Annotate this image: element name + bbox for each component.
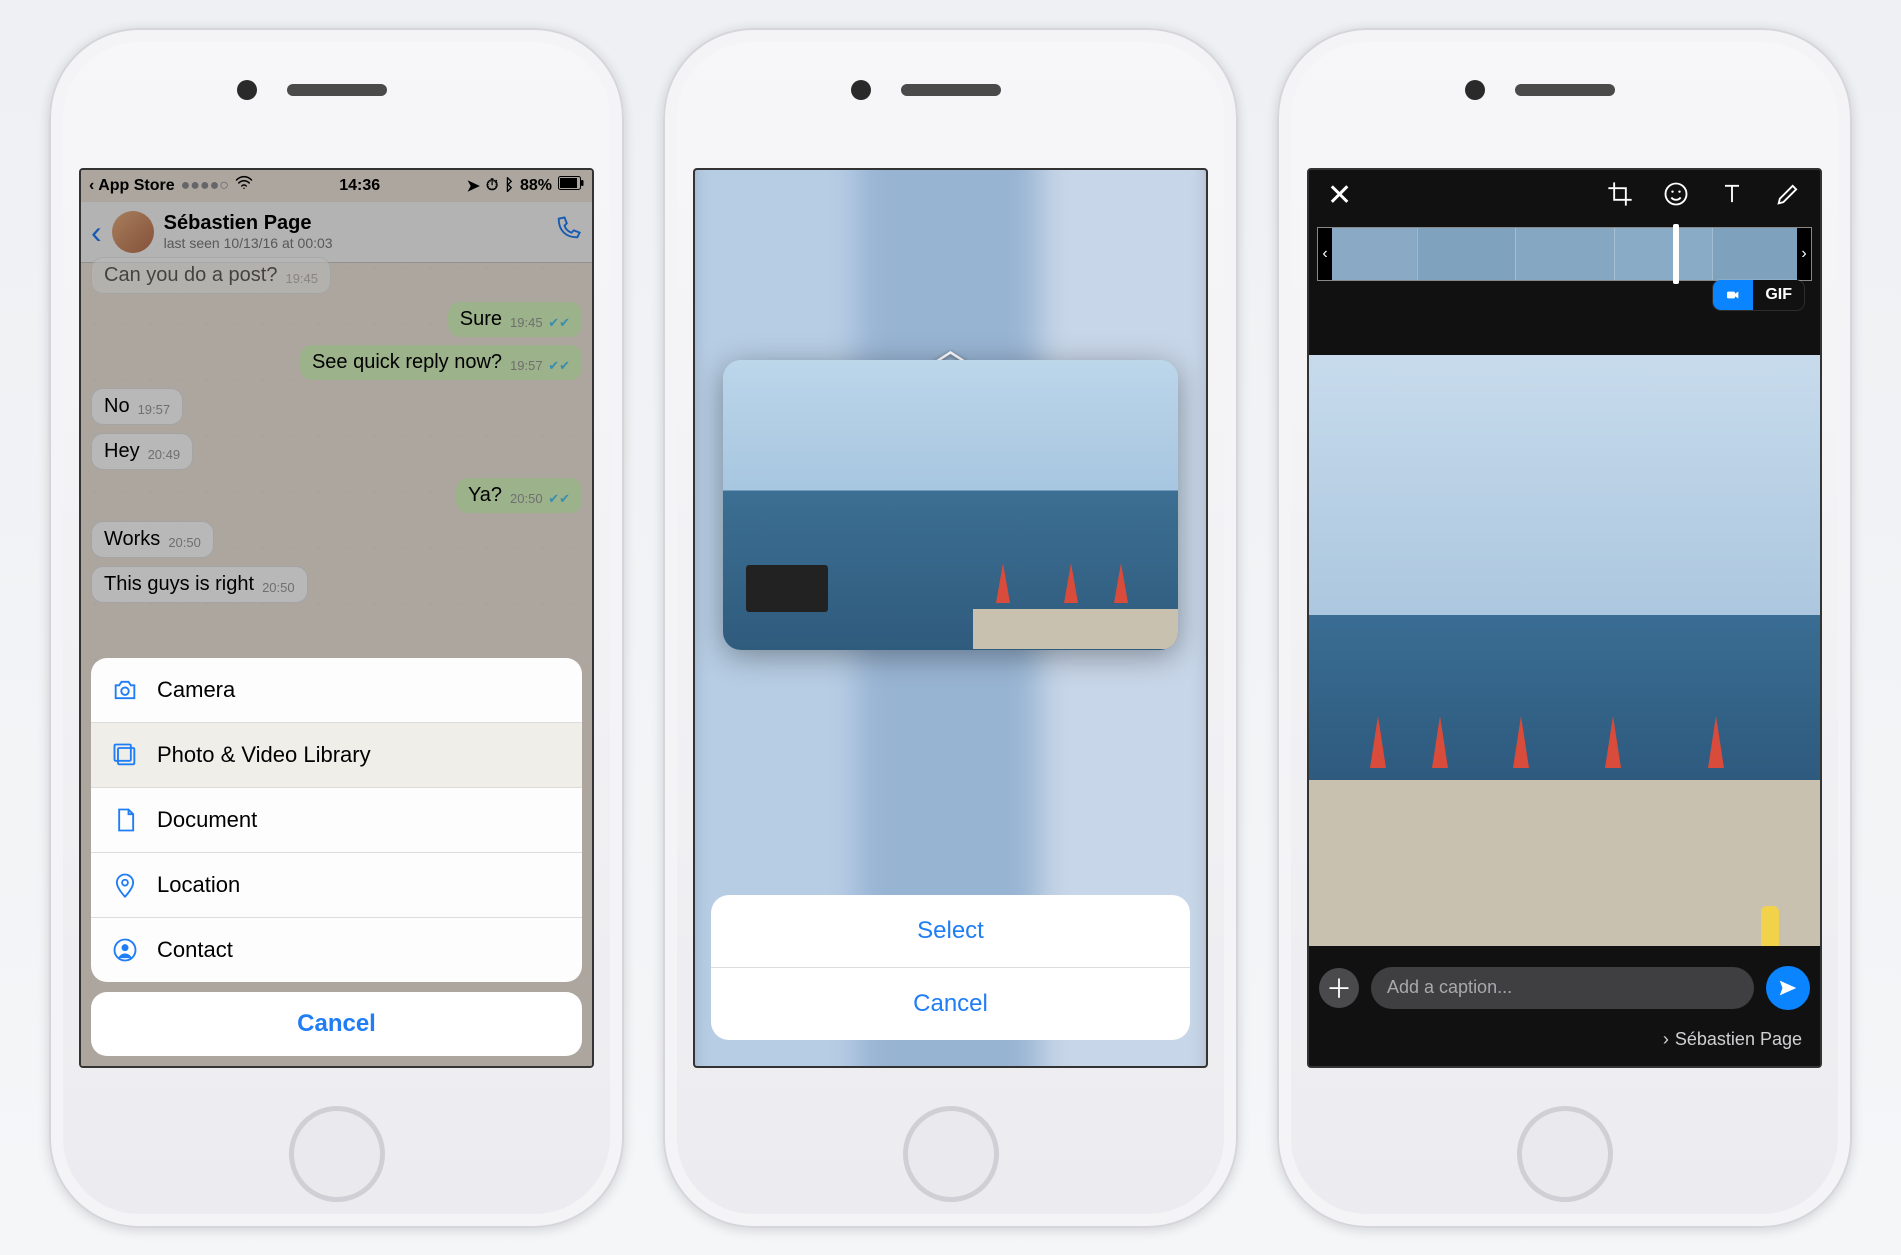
close-button[interactable]: ✕ xyxy=(1327,181,1352,211)
picker-select-label: Select xyxy=(917,917,984,944)
picker-select-button[interactable]: Select xyxy=(711,895,1190,967)
phone-front-camera xyxy=(1465,80,1485,100)
home-button[interactable] xyxy=(1517,1106,1613,1202)
location-pin-icon xyxy=(111,871,139,899)
picker-cancel-label: Cancel xyxy=(913,990,988,1017)
draw-tool-icon[interactable] xyxy=(1774,180,1802,213)
screen-2: ︿ Select Cancel xyxy=(693,168,1208,1068)
emoji-icon[interactable] xyxy=(1662,180,1690,213)
photo-preview-card[interactable] xyxy=(723,360,1178,650)
person-in-frame xyxy=(1761,906,1779,946)
toggle-video-segment[interactable] xyxy=(1713,280,1753,310)
attach-library-option[interactable]: Photo & Video Library xyxy=(91,722,582,787)
phone-front-camera xyxy=(237,80,257,100)
attachment-options-group: Camera Photo & Video Library Document xyxy=(91,658,582,982)
trim-handle-right[interactable]: › xyxy=(1797,228,1811,280)
phone-front-camera xyxy=(851,80,871,100)
caption-bar: ＋ Add a caption... xyxy=(1319,966,1810,1010)
phone-speaker xyxy=(901,84,1001,96)
attach-contact-label: Contact xyxy=(157,937,233,963)
camera-icon xyxy=(111,676,139,704)
attach-contact-option[interactable]: Contact xyxy=(91,917,582,982)
playhead[interactable] xyxy=(1673,224,1679,284)
editor-toolbar: ✕ xyxy=(1309,170,1820,223)
picker-action-sheet: Select Cancel xyxy=(711,895,1190,1040)
recipient-indicator[interactable]: › Sébastien Page xyxy=(1663,1029,1802,1050)
screen-3: ✕ xyxy=(1307,168,1822,1068)
attach-document-label: Document xyxy=(157,807,257,833)
document-icon xyxy=(111,806,139,834)
recipient-name: Sébastien Page xyxy=(1675,1029,1802,1050)
contact-icon xyxy=(111,936,139,964)
home-button[interactable] xyxy=(903,1106,999,1202)
screen-1: ‹ App Store ●●●●○ 14:36 ➤ ⏱ ᛒ 88% xyxy=(79,168,594,1068)
attach-camera-option[interactable]: Camera xyxy=(91,658,582,722)
attachment-action-sheet: Camera Photo & Video Library Document xyxy=(91,658,582,1056)
caption-input[interactable]: Add a caption... xyxy=(1371,967,1754,1009)
attach-cancel-label: Cancel xyxy=(297,1010,376,1037)
send-button[interactable] xyxy=(1766,966,1810,1010)
phone-speaker xyxy=(287,84,387,96)
canvas: ‹ App Store ●●●●○ 14:36 ➤ ⏱ ᛒ 88% xyxy=(0,0,1901,1255)
toggle-gif-segment[interactable]: GIF xyxy=(1753,280,1804,310)
phone-frame-2: ︿ Select Cancel xyxy=(663,28,1238,1228)
add-media-button[interactable]: ＋ xyxy=(1319,968,1359,1008)
phone-frame-1: ‹ App Store ●●●●○ 14:36 ➤ ⏱ ᛒ 88% xyxy=(49,28,624,1228)
phone-speaker xyxy=(1515,84,1615,96)
photo-library-icon xyxy=(111,741,139,769)
crop-icon[interactable] xyxy=(1606,180,1634,213)
attach-library-label: Photo & Video Library xyxy=(157,742,371,768)
text-tool-icon[interactable] xyxy=(1718,180,1746,213)
attach-document-option[interactable]: Document xyxy=(91,787,582,852)
trim-handle-left[interactable]: ‹ xyxy=(1318,228,1332,280)
video-trim-filmstrip[interactable]: ‹ › xyxy=(1317,227,1812,281)
attach-camera-label: Camera xyxy=(157,677,235,703)
preview-image xyxy=(723,360,1178,650)
attach-cancel-button[interactable]: Cancel xyxy=(91,992,582,1056)
picker-cancel-button[interactable]: Cancel xyxy=(711,967,1190,1040)
media-editor: ✕ xyxy=(1309,170,1820,1066)
video-gif-toggle[interactable]: GIF xyxy=(1713,280,1804,310)
home-button[interactable] xyxy=(289,1106,385,1202)
media-preview[interactable] xyxy=(1309,355,1820,946)
caption-placeholder: Add a caption... xyxy=(1387,977,1512,998)
chevron-right-icon: › xyxy=(1663,1029,1669,1050)
toggle-gif-label: GIF xyxy=(1765,286,1792,304)
attach-location-label: Location xyxy=(157,872,240,898)
phone-frame-3: ✕ xyxy=(1277,28,1852,1228)
attach-location-option[interactable]: Location xyxy=(91,852,582,917)
